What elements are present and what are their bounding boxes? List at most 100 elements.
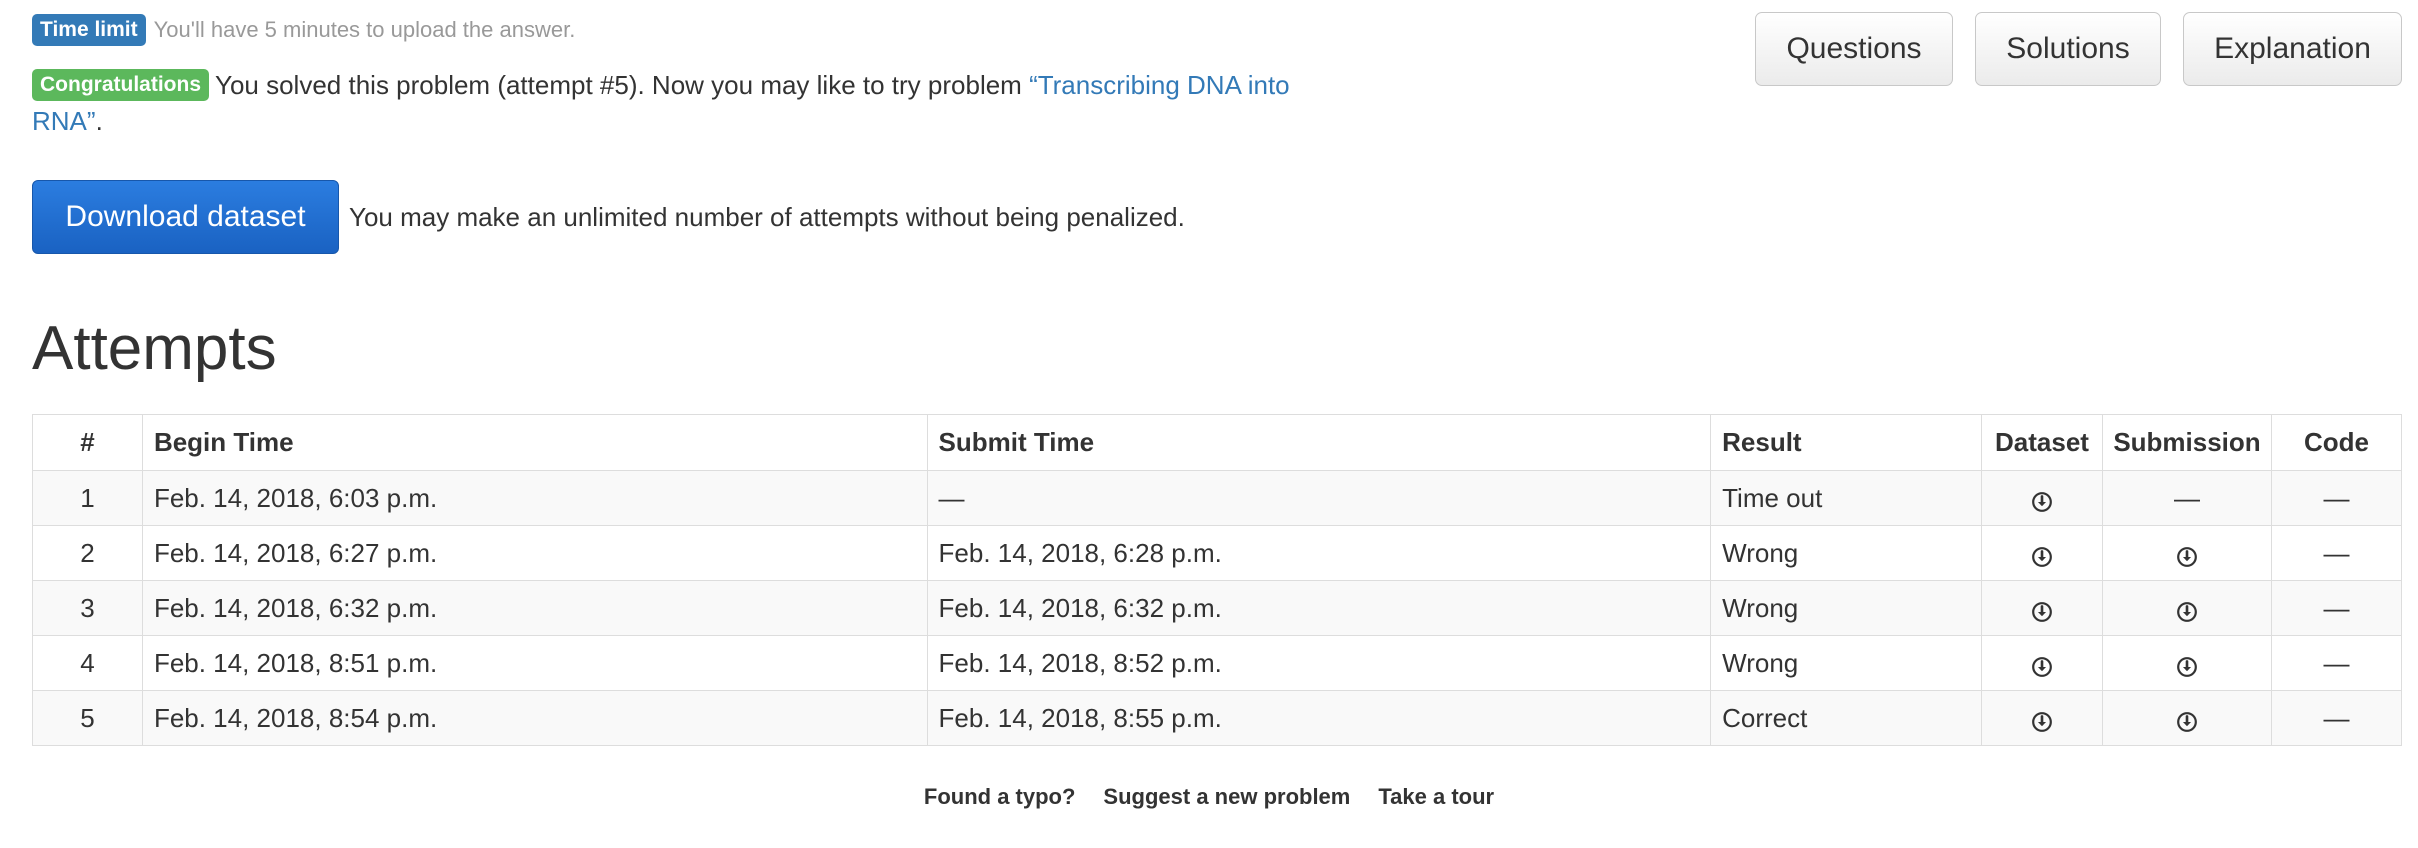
code-cell-text: — xyxy=(2323,537,2350,568)
submit-time-cell: — xyxy=(926,470,1712,526)
submission-cell: — xyxy=(2102,470,2272,526)
attempt-number-text: 4 xyxy=(80,647,95,678)
begin-time-cell-text: Feb. 14, 2018, 8:54 p.m. xyxy=(153,702,438,733)
download-icon[interactable] xyxy=(2031,489,2053,512)
submit-time-cell: Feb. 14, 2018, 6:28 p.m. xyxy=(926,525,1712,581)
submit-time-cell-text: — xyxy=(938,482,965,513)
time-limit-text: You'll have 5 minutes to upload the answ… xyxy=(153,17,576,42)
found-typo-link[interactable]: Found a typo? xyxy=(924,784,1076,810)
download-icon[interactable] xyxy=(2176,654,2198,677)
attempt-number-text: 3 xyxy=(80,592,95,623)
begin-time-cell-text: Feb. 14, 2018, 8:51 p.m. xyxy=(153,647,438,678)
code-cell: — xyxy=(2270,580,2403,636)
column-header-code: Code xyxy=(2270,414,2403,471)
questions-button[interactable]: Questions xyxy=(1755,12,1953,86)
code-cell-text: — xyxy=(2323,482,2350,513)
code-cell: — xyxy=(2270,525,2403,581)
begin-time-cell: Feb. 14, 2018, 6:32 p.m. xyxy=(141,580,928,636)
begin-time-cell-text: Feb. 14, 2018, 6:32 p.m. xyxy=(153,592,438,623)
top-button-group: Questions Solutions Explanation xyxy=(1755,12,2402,86)
attempt-number-text: 1 xyxy=(80,482,95,513)
code-cell-text: — xyxy=(2323,592,2350,623)
attempt-number: 2 xyxy=(32,525,143,581)
download-icon[interactable] xyxy=(2176,709,2198,732)
dataset-cell xyxy=(1981,470,2103,526)
result-cell-text: Correct xyxy=(1722,702,1808,733)
table-header-row: # Begin Time Submit Time Result Dataset … xyxy=(32,414,2403,471)
result-cell-text: Wrong xyxy=(1722,647,1799,678)
table-row: 3 Feb. 14, 2018, 6:32 p.m. Feb. 14, 2018, … xyxy=(32,580,2403,636)
explanation-button[interactable]: Explanation xyxy=(2183,12,2402,86)
submit-time-cell-text: Feb. 14, 2018, 6:28 p.m. xyxy=(938,537,1222,568)
congratulations-message: Congratulations You solved this problem (… xyxy=(32,67,1352,139)
submission-cell xyxy=(2102,635,2272,691)
result-cell: Correct xyxy=(1710,690,1983,746)
attempt-number: 5 xyxy=(32,690,143,746)
download-row: Download dataset You may make an unlimit… xyxy=(32,180,1185,254)
result-cell-text: Wrong xyxy=(1722,537,1799,568)
attempt-number: 1 xyxy=(32,470,143,526)
download-icon[interactable] xyxy=(2031,709,2053,732)
column-header-number: # xyxy=(32,414,143,471)
table-row: 4 Feb. 14, 2018, 8:51 p.m. Feb. 14, 2018, … xyxy=(32,635,2403,691)
time-limit-row: Time limit You'll have 5 minutes to uplo… xyxy=(32,14,575,46)
result-cell-text: Time out xyxy=(1722,482,1823,513)
attempt-number: 4 xyxy=(32,635,143,691)
code-cell: — xyxy=(2270,470,2403,526)
begin-time-cell: Feb. 14, 2018, 6:03 p.m. xyxy=(141,470,928,526)
begin-time-cell: Feb. 14, 2018, 6:27 p.m. xyxy=(141,525,928,581)
footer: Found a typo? Suggest a new problem Take… xyxy=(0,784,2418,810)
dataset-cell xyxy=(1981,690,2103,746)
time-limit-badge: Time limit xyxy=(32,14,146,46)
column-header-submit-time: Submit Time xyxy=(926,414,1712,471)
result-cell: Time out xyxy=(1710,470,1983,526)
download-icon[interactable] xyxy=(2176,544,2198,567)
submission-cell xyxy=(2102,580,2272,636)
column-header-submission: Submission xyxy=(2102,414,2272,471)
result-cell-text: Wrong xyxy=(1722,592,1799,623)
submission-cell-text: — xyxy=(2173,482,2200,513)
dataset-cell xyxy=(1981,635,2103,691)
unlimited-attempts-note: You may make an unlimited number of atte… xyxy=(349,201,1185,232)
code-cell: — xyxy=(2270,690,2403,746)
attempt-number-text: 2 xyxy=(80,537,95,568)
download-icon[interactable] xyxy=(2031,544,2053,567)
submit-time-cell: Feb. 14, 2018, 8:55 p.m. xyxy=(926,690,1712,746)
result-cell: Wrong xyxy=(1710,580,1983,636)
submission-cell xyxy=(2102,690,2272,746)
submit-time-cell-text: Feb. 14, 2018, 6:32 p.m. xyxy=(938,592,1222,623)
table-row: 5 Feb. 14, 2018, 8:54 p.m. Feb. 14, 2018, … xyxy=(32,690,2403,746)
dataset-cell xyxy=(1981,525,2103,581)
submit-time-cell: Feb. 14, 2018, 6:32 p.m. xyxy=(926,580,1712,636)
submit-time-cell: Feb. 14, 2018, 8:52 p.m. xyxy=(926,635,1712,691)
result-cell: Wrong xyxy=(1710,525,1983,581)
code-cell: — xyxy=(2270,635,2403,691)
suggest-problem-link[interactable]: Suggest a new problem xyxy=(1103,784,1350,810)
table-row: 1 Feb. 14, 2018, 6:03 p.m. — Time out — — xyxy=(32,470,2403,526)
begin-time-cell-text: Feb. 14, 2018, 6:27 p.m. xyxy=(153,537,438,568)
take-tour-link[interactable]: Take a tour xyxy=(1378,784,1494,810)
dataset-cell xyxy=(1981,580,2103,636)
attempts-heading: Attempts xyxy=(32,314,277,383)
congratulations-badge: Congratulations xyxy=(32,69,209,101)
congratulations-text-end: . xyxy=(95,106,103,136)
code-cell-text: — xyxy=(2323,647,2350,678)
solutions-button[interactable]: Solutions xyxy=(1975,12,2161,86)
attempt-number: 3 xyxy=(32,580,143,636)
attempt-number-text: 5 xyxy=(80,702,95,733)
begin-time-cell: Feb. 14, 2018, 8:51 p.m. xyxy=(141,635,928,691)
submit-time-cell-text: Feb. 14, 2018, 8:55 p.m. xyxy=(938,702,1222,733)
code-cell-text: — xyxy=(2323,702,2350,733)
download-icon[interactable] xyxy=(2031,654,2053,677)
download-dataset-button[interactable]: Download dataset xyxy=(32,180,339,254)
submission-cell xyxy=(2102,525,2272,581)
result-cell: Wrong xyxy=(1710,635,1983,691)
begin-time-cell-text: Feb. 14, 2018, 6:03 p.m. xyxy=(153,482,438,513)
congratulations-text: You solved this problem (attempt #5). No… xyxy=(215,70,1030,100)
column-header-begin-time: Begin Time xyxy=(141,414,928,471)
attempts-table: # Begin Time Submit Time Result Dataset … xyxy=(32,414,2403,746)
download-icon[interactable] xyxy=(2176,599,2198,622)
table-row: 2 Feb. 14, 2018, 6:27 p.m. Feb. 14, 2018, … xyxy=(32,525,2403,581)
download-icon[interactable] xyxy=(2031,599,2053,622)
submit-time-cell-text: Feb. 14, 2018, 8:52 p.m. xyxy=(938,647,1222,678)
